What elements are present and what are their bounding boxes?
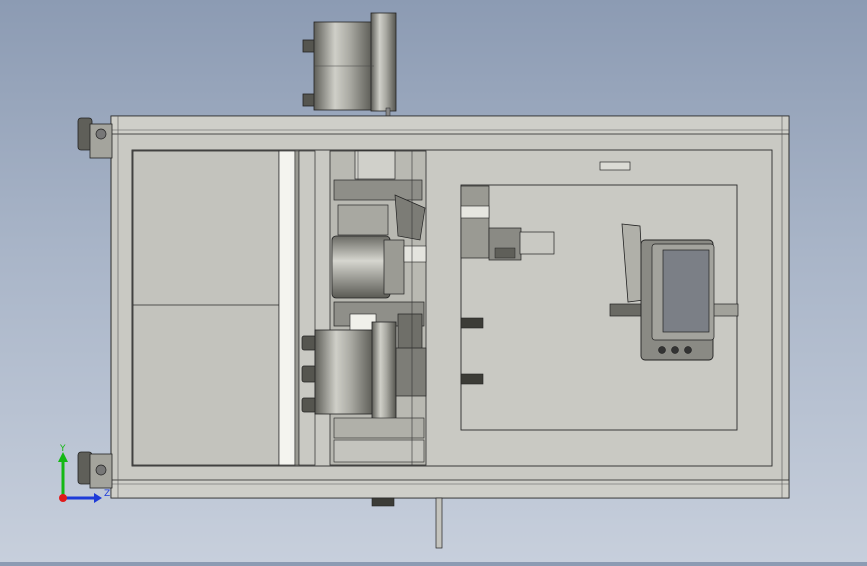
leveling-feet — [77, 117, 113, 489]
z-axis-label: Z — [104, 489, 110, 499]
hmi-screen — [662, 249, 710, 333]
cad-viewport[interactable]: Y Z — [0, 0, 867, 562]
left-cover-panel — [132, 150, 316, 466]
z-axis-dot — [59, 494, 67, 502]
y-axis-label: Y — [59, 444, 66, 454]
motor-top — [302, 12, 397, 117]
bottom-fittings — [371, 497, 443, 549]
cad-model-drawing: Y Z — [58, 12, 790, 549]
